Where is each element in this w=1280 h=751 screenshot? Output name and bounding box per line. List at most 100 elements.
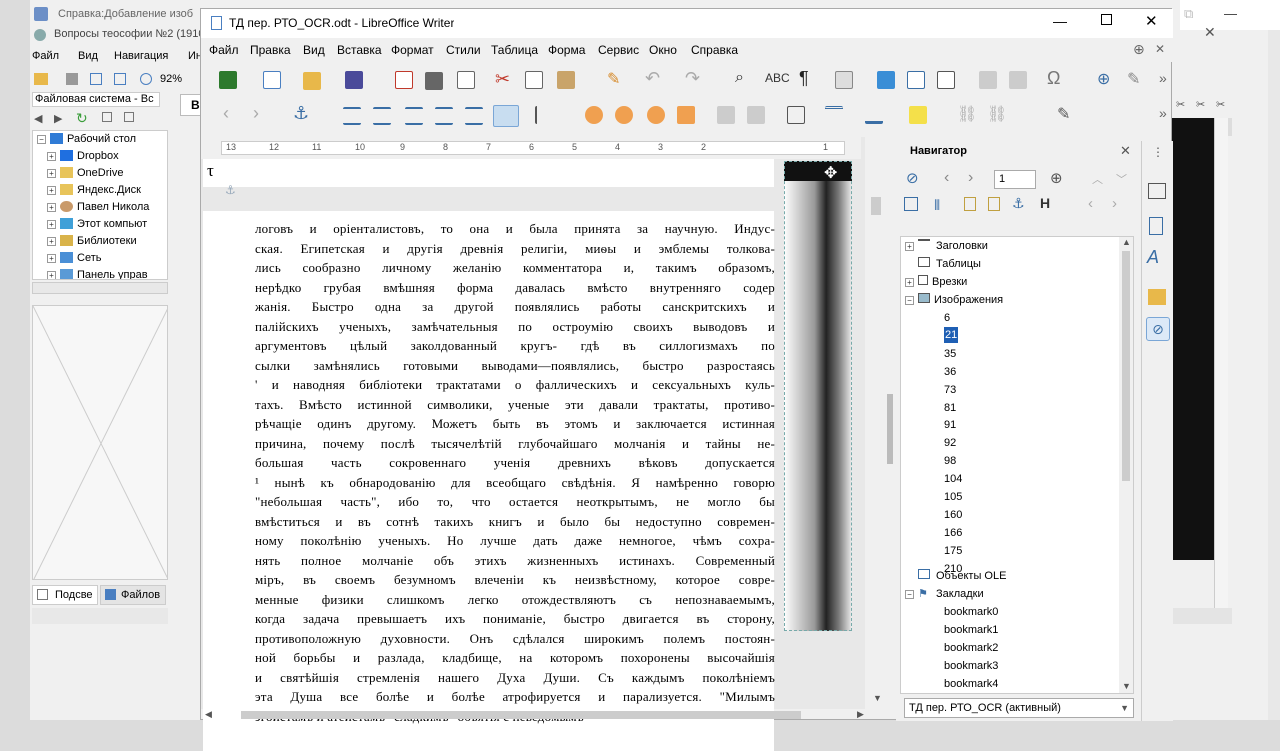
selected-image[interactable]: ✥	[784, 161, 852, 631]
scroll-thumb[interactable]	[241, 711, 801, 719]
wrap-through-icon[interactable]	[493, 105, 519, 127]
restore-icon[interactable]: ⧉	[1184, 6, 1193, 22]
close-document-icon[interactable]: ✕	[1155, 42, 1165, 56]
image-list-item[interactable]: 166	[944, 524, 962, 542]
checkbox-icon[interactable]	[102, 112, 112, 122]
print-preview-icon[interactable]	[457, 71, 475, 89]
expand-icon[interactable]: +	[47, 186, 56, 195]
text-line[interactable]: жанія. Быстро одна за другой появлялись …	[255, 297, 775, 317]
to-foreground-icon[interactable]	[717, 106, 735, 124]
image-list-item[interactable]: 21	[944, 326, 959, 343]
more-icon[interactable]: »	[1159, 70, 1167, 86]
nav-category-tables[interactable]: Таблицы	[918, 255, 981, 273]
expand-icon[interactable]: +	[47, 237, 56, 246]
bring-to-front-icon[interactable]	[585, 106, 603, 124]
attachment-icon[interactable]: ⦀	[934, 197, 940, 214]
expand-icon[interactable]: +	[47, 203, 56, 212]
image-list-item[interactable]: 6	[944, 309, 950, 327]
anchor-icon[interactable]: ⚓	[293, 103, 309, 124]
back-icon[interactable]: ◀	[34, 112, 42, 125]
print-icon[interactable]	[66, 73, 78, 85]
expand-icon[interactable]: +	[47, 169, 56, 178]
link-frames-icon[interactable]: ⛓	[957, 104, 977, 124]
refresh-icon[interactable]: ↻	[76, 110, 88, 127]
hyperlink-icon[interactable]: ⊕	[1097, 69, 1110, 89]
bg-menu-file[interactable]: Файл	[32, 50, 59, 62]
menu-tools[interactable]: Сервис	[598, 43, 639, 57]
text-line[interactable]: менные физики слишкомъ легко отождествля…	[255, 590, 775, 610]
open-icon[interactable]	[303, 72, 321, 90]
move-down-icon[interactable]: ›	[1112, 195, 1117, 212]
anchor-icon[interactable]: ⚓	[1012, 195, 1025, 212]
scroll-left-icon[interactable]: ◀	[205, 709, 212, 720]
send-to-back-icon[interactable]	[677, 106, 695, 124]
text-line[interactable]: вмѣститься и въ сотнѣ такихъ книгъ и был…	[255, 512, 775, 532]
navigator-tab-icon[interactable]: ⊘	[1146, 317, 1170, 341]
page-number-field[interactable]: 1	[994, 170, 1036, 189]
text-line[interactable]: логовъ и оріенталистовъ, то она и была п…	[255, 219, 775, 239]
scroll-down-icon[interactable]: ▼	[873, 693, 882, 703]
minimize-button[interactable]: —	[1053, 13, 1067, 29]
text-line[interactable]: ному поколѣнію ученыхъ. Но лучше дать да…	[255, 531, 775, 551]
tree-item-user[interactable]: + Павел Никола	[33, 199, 167, 216]
bg-tab-files[interactable]: Файлов	[100, 585, 166, 605]
page[interactable]: логовъ и оріенталистовъ, то она и была п…	[203, 211, 775, 751]
text-line[interactable]: тахъ. Вмѣсто истинной символики, ученые …	[255, 395, 775, 415]
back-icon[interactable]: ‹	[944, 169, 949, 187]
properties-icon[interactable]: ✎	[1057, 104, 1070, 124]
image-list-item[interactable]: 105	[944, 488, 962, 506]
scroll-down-icon[interactable]: ▼	[1122, 681, 1131, 691]
wrap-off-icon[interactable]	[343, 107, 361, 125]
image-list-item[interactable]: 73	[944, 381, 956, 399]
horizontal-scrollbar[interactable]	[32, 282, 168, 294]
header-icon[interactable]	[964, 197, 976, 211]
border-color-icon[interactable]	[865, 106, 883, 124]
nav-category-images[interactable]: − Изображения	[905, 291, 1003, 309]
image-list-item[interactable]: 81	[944, 399, 956, 417]
image-list-item[interactable]: 104	[944, 470, 962, 488]
scroll-thumb[interactable]	[1122, 251, 1130, 481]
drag-mode-icon[interactable]: ⊕	[1050, 169, 1063, 187]
bookmark-list-item[interactable]: bookmark0	[944, 603, 998, 621]
text-line[interactable]: рѣчащіе одинъ другому. Можетъ быть въ эт…	[255, 414, 775, 434]
bg-menu-view[interactable]: Вид	[78, 50, 98, 62]
menu-view[interactable]: Вид	[303, 43, 325, 57]
expand-icon[interactable]: +	[47, 271, 56, 279]
insert-table-icon[interactable]	[835, 71, 853, 89]
nav-category-bookmarks[interactable]: − ⚑ Закладки	[905, 585, 984, 603]
menu-file[interactable]: Файл	[209, 43, 239, 57]
text-line[interactable]: когда задача превышаетъ ихъ пониманіе, б…	[255, 609, 775, 629]
forward-icon[interactable]: ›	[968, 169, 973, 187]
properties-tab-icon[interactable]	[1148, 183, 1166, 199]
text-line[interactable]: и святѣйшія стремленія нашего Духа Души.…	[255, 668, 775, 688]
paste-icon[interactable]	[557, 71, 575, 89]
clone-formatting-icon[interactable]: ✎	[607, 69, 620, 89]
document-icon[interactable]	[124, 112, 134, 122]
screen-scrollbar[interactable]	[1268, 30, 1280, 720]
text-line[interactable]: большая часть сокровеннаго ученія древни…	[255, 453, 775, 473]
tree-item-onedrive[interactable]: + OneDrive	[33, 165, 167, 182]
text-line[interactable]: лись сообразно личному желанію комментат…	[255, 258, 775, 278]
scroll-thumb[interactable]	[871, 197, 881, 215]
tree-item-desktop[interactable]: − Рабочий стол	[33, 131, 167, 148]
text-line[interactable]: нять полное молчаніе объ этихъ жизненных…	[255, 551, 775, 571]
document-select[interactable]: ТД пер. РТО_OCR (активный) ▼	[904, 698, 1134, 718]
copy-icon[interactable]	[525, 71, 543, 89]
more-icon[interactable]: »	[1159, 105, 1167, 121]
text-line[interactable]: эта Душа все болѣе и болѣе атрофируется …	[255, 687, 775, 707]
bg-doc-tab[interactable]: Вопросы теософии №2 (1910	[34, 27, 200, 43]
image-list-item[interactable]: 91	[944, 416, 956, 434]
align-icon[interactable]	[535, 106, 553, 124]
spelling-icon[interactable]: ABC	[765, 71, 790, 85]
image-list-item[interactable]: 160	[944, 506, 962, 524]
image-list-item[interactable]: 35	[944, 345, 956, 363]
menu-icon[interactable]: ⋮	[1152, 145, 1164, 159]
insert-image-icon[interactable]	[877, 71, 895, 89]
expand-icon[interactable]: +	[905, 242, 914, 251]
tool-icon[interactable]: ✂	[1176, 98, 1185, 111]
tree-item-dropbox[interactable]: + Dropbox	[33, 148, 167, 165]
tree-item-yandex[interactable]: + Яндекс.Диск	[33, 182, 167, 199]
export-pdf-icon[interactable]	[395, 71, 413, 89]
menu-window[interactable]: Окно	[649, 43, 677, 57]
footnote-icon[interactable]: ✎	[1127, 69, 1140, 89]
